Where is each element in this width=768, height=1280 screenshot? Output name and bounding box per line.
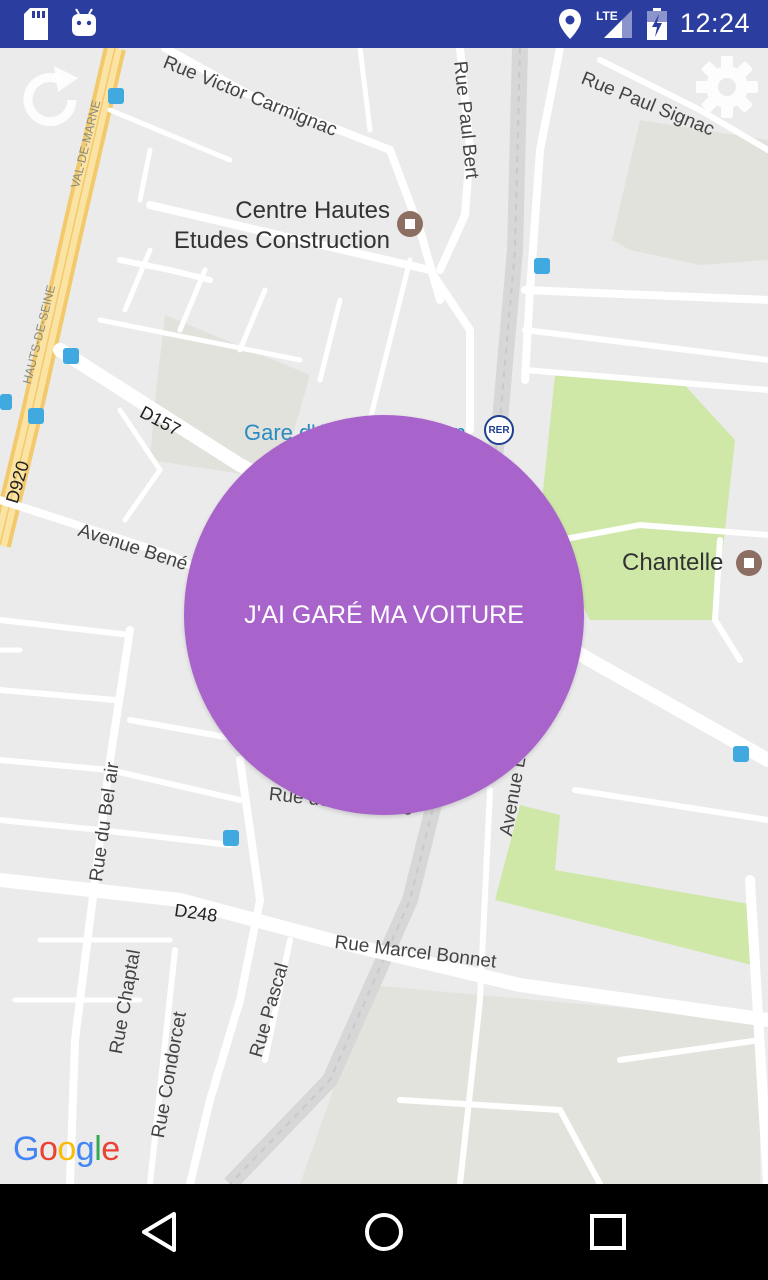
google-logo-letter: o — [57, 1130, 76, 1168]
sd-card-icon — [24, 8, 48, 40]
rer-label: RER — [488, 424, 510, 436]
status-time: 12:24 — [679, 8, 750, 38]
signal-icon — [604, 10, 632, 38]
refresh-icon[interactable] — [12, 62, 88, 138]
status-bar: LTE 12:24 — [0, 0, 768, 48]
poi-label-line1: Centre Hautes — [235, 197, 390, 224]
location-icon — [559, 9, 581, 39]
poi-label-centre-hautes-etudes: Centre Hautes Etudes Construction — [140, 196, 390, 256]
google-logo-letter: g — [75, 1130, 95, 1168]
poi-label-chantelle: Chantelle — [622, 549, 724, 576]
home-icon[interactable] — [360, 1208, 408, 1256]
recents-icon[interactable] — [584, 1208, 632, 1256]
google-logo-letter: o — [38, 1130, 58, 1168]
back-icon[interactable] — [136, 1208, 184, 1256]
gear-icon[interactable] — [694, 54, 760, 120]
poi-label-line2: Etudes Construction — [173, 227, 390, 254]
battery-icon — [647, 8, 667, 40]
navigation-bar — [0, 1184, 768, 1280]
rer-icon: RER — [484, 415, 514, 445]
map-view[interactable]: Rue Victor Carmignac Rue Paul Bert Rue P… — [0, 48, 768, 1184]
park-car-button[interactable]: J'AI GARÉ MA VOITURE — [184, 415, 584, 815]
google-logo: Google — [13, 1130, 120, 1169]
park-top-right — [612, 120, 768, 265]
google-logo-letter: e — [101, 1130, 120, 1168]
park-green-bottom — [495, 805, 755, 965]
app-screen: LTE 12:24 Rue Victor Carmignac Rue Paul … — [0, 0, 768, 1280]
google-logo-letter: G — [13, 1130, 39, 1168]
android-icon — [72, 8, 96, 36]
